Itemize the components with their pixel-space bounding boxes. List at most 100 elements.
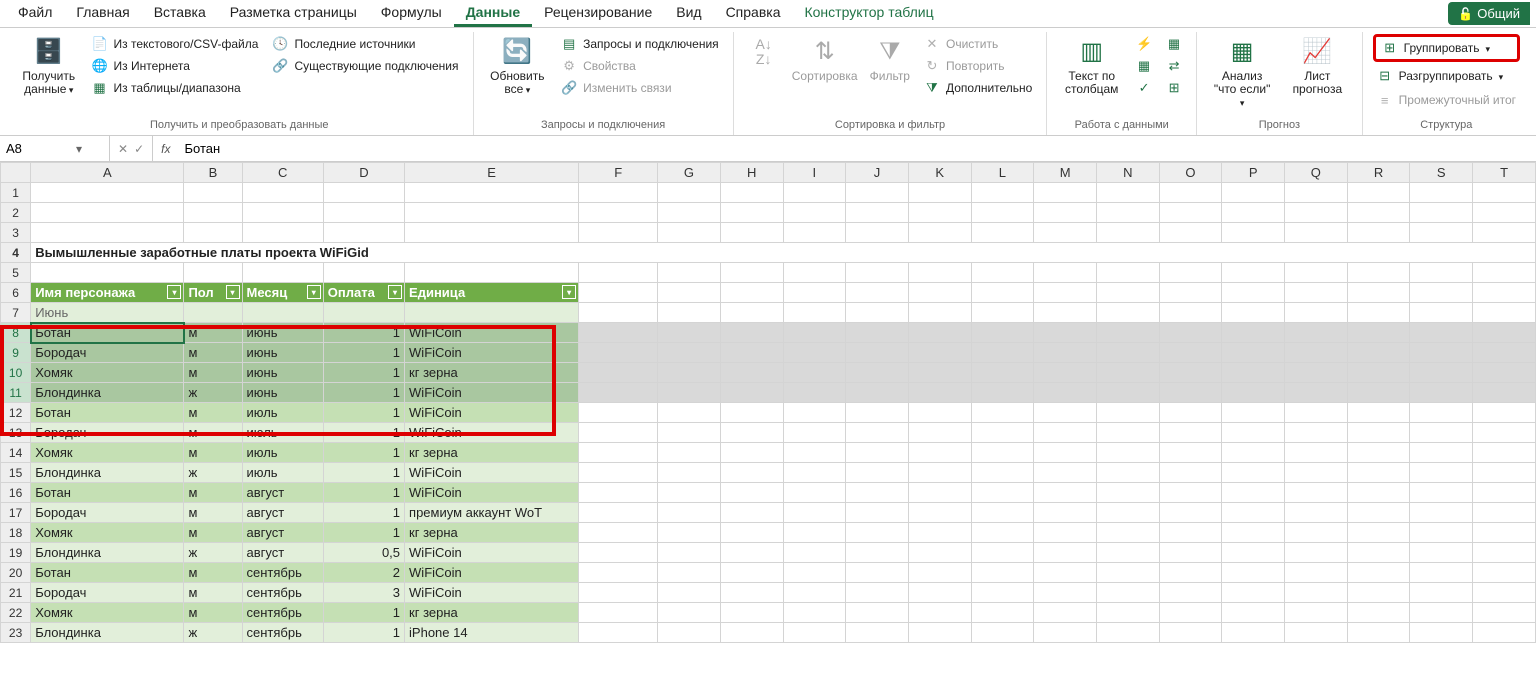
row-header[interactable]: 8: [1, 323, 31, 343]
table-cell[interactable]: 1: [323, 323, 404, 343]
cell[interactable]: [846, 383, 909, 403]
cell[interactable]: [1159, 203, 1222, 223]
cell[interactable]: [1473, 503, 1536, 523]
table-cell[interactable]: Ботан: [31, 483, 184, 503]
cell[interactable]: [658, 403, 721, 423]
cell[interactable]: [908, 603, 971, 623]
cell[interactable]: [1159, 263, 1222, 283]
cell[interactable]: [579, 583, 658, 603]
cell[interactable]: [1347, 383, 1410, 403]
cell[interactable]: [971, 343, 1034, 363]
cell[interactable]: [971, 483, 1034, 503]
from-web-button[interactable]: 🌐Из Интернета: [88, 56, 263, 76]
cell[interactable]: [1096, 623, 1159, 643]
cell[interactable]: [1222, 463, 1285, 483]
cell[interactable]: [579, 323, 658, 343]
cell[interactable]: [1096, 463, 1159, 483]
cell[interactable]: [1159, 503, 1222, 523]
cell[interactable]: [971, 303, 1034, 323]
cell[interactable]: [658, 503, 721, 523]
cell[interactable]: [720, 343, 783, 363]
cell[interactable]: [1159, 463, 1222, 483]
cell[interactable]: [971, 563, 1034, 583]
cell[interactable]: [1347, 403, 1410, 423]
table-cell[interactable]: ж: [184, 543, 242, 563]
cell[interactable]: [783, 563, 846, 583]
cell[interactable]: [971, 383, 1034, 403]
cell[interactable]: [720, 323, 783, 343]
cell[interactable]: [1410, 463, 1473, 483]
row-header[interactable]: 20: [1, 563, 31, 583]
column-header[interactable]: T: [1473, 163, 1536, 183]
cell[interactable]: [783, 223, 846, 243]
cell[interactable]: [579, 623, 658, 643]
table-column-header[interactable]: Единица▾: [405, 283, 579, 303]
table-cell[interactable]: август: [242, 543, 323, 563]
row-header[interactable]: 5: [1, 263, 31, 283]
cell[interactable]: [1473, 363, 1536, 383]
table-cell[interactable]: 1: [323, 403, 404, 423]
cell[interactable]: [1410, 323, 1473, 343]
cell[interactable]: [1473, 523, 1536, 543]
table-cell[interactable]: Хомяк: [31, 443, 184, 463]
cell[interactable]: [1034, 423, 1097, 443]
cell[interactable]: [658, 203, 721, 223]
cell[interactable]: [658, 463, 721, 483]
table-cell[interactable]: 0,5: [323, 543, 404, 563]
cell[interactable]: [1159, 603, 1222, 623]
filter-dropdown-icon[interactable]: ▾: [562, 285, 576, 299]
relationships-button[interactable]: ⇄: [1162, 56, 1186, 76]
cell[interactable]: [1222, 623, 1285, 643]
table-cell[interactable]: Ботан: [31, 563, 184, 583]
cell[interactable]: [971, 203, 1034, 223]
cell[interactable]: [1034, 403, 1097, 423]
cell[interactable]: [1096, 203, 1159, 223]
cell[interactable]: [1159, 323, 1222, 343]
cell[interactable]: [1034, 303, 1097, 323]
cell[interactable]: [1285, 303, 1348, 323]
table-cell[interactable]: м: [184, 323, 242, 343]
cell[interactable]: [579, 463, 658, 483]
cell[interactable]: [1285, 223, 1348, 243]
cell[interactable]: [1347, 423, 1410, 443]
row-header[interactable]: 17: [1, 503, 31, 523]
cell[interactable]: [1410, 263, 1473, 283]
table-cell[interactable]: Хомяк: [31, 523, 184, 543]
cell[interactable]: [1159, 483, 1222, 503]
cell[interactable]: [846, 443, 909, 463]
cell[interactable]: [1347, 503, 1410, 523]
cell[interactable]: [720, 483, 783, 503]
spreadsheet-grid[interactable]: ABCDEFGHIJKLMNOPQRST1234Вымышленные зара…: [0, 162, 1536, 643]
manage-model-button[interactable]: ⊞: [1162, 78, 1186, 98]
table-cell[interactable]: м: [184, 423, 242, 443]
formula-input[interactable]: [178, 141, 1536, 156]
cell[interactable]: [908, 523, 971, 543]
cell[interactable]: [846, 543, 909, 563]
cell[interactable]: [1159, 543, 1222, 563]
cell[interactable]: [846, 503, 909, 523]
cell[interactable]: [783, 503, 846, 523]
cell[interactable]: [323, 263, 404, 283]
cell[interactable]: [242, 183, 323, 203]
cell[interactable]: [1285, 563, 1348, 583]
column-header[interactable]: D: [323, 163, 404, 183]
what-if-button[interactable]: ▦ Анализ "что если": [1207, 34, 1277, 112]
table-cell[interactable]: 1: [323, 363, 404, 383]
cell[interactable]: [783, 483, 846, 503]
table-cell[interactable]: август: [242, 483, 323, 503]
cell[interactable]: [579, 363, 658, 383]
cell[interactable]: [1222, 603, 1285, 623]
table-cell[interactable]: Блондинка: [31, 543, 184, 563]
cell[interactable]: [846, 483, 909, 503]
cell[interactable]: [783, 203, 846, 223]
cell[interactable]: [783, 343, 846, 363]
cell[interactable]: [908, 283, 971, 303]
cell[interactable]: [1473, 303, 1536, 323]
cell[interactable]: [720, 563, 783, 583]
table-cell[interactable]: Бородач: [31, 583, 184, 603]
cell[interactable]: [971, 223, 1034, 243]
table-cell[interactable]: 1: [323, 383, 404, 403]
cell[interactable]: [1159, 363, 1222, 383]
cell[interactable]: [908, 363, 971, 383]
cell[interactable]: [1096, 543, 1159, 563]
